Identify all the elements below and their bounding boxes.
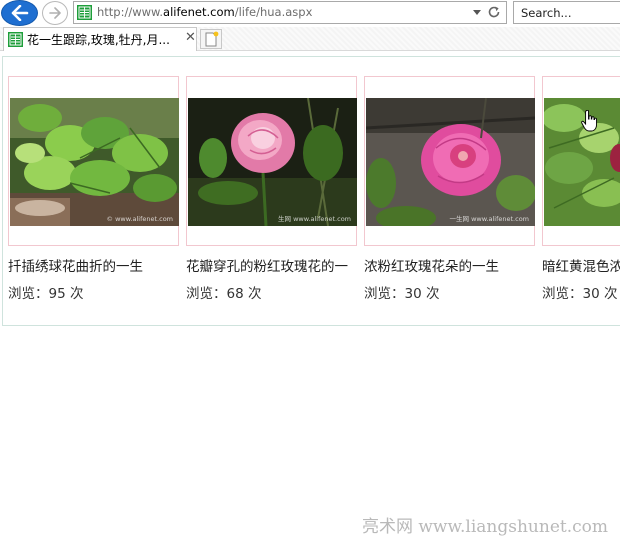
gallery-card[interactable] bbox=[542, 76, 620, 246]
forward-button[interactable] bbox=[42, 1, 68, 25]
view-count: 浏览：30 次 bbox=[364, 286, 440, 302]
tab-close-icon[interactable]: ✕ bbox=[185, 30, 196, 45]
photo-watermark: 生网 www.alifenet.com bbox=[278, 215, 351, 223]
url-text: http://www.alifenet.com/life/hua.aspx bbox=[97, 5, 313, 19]
gallery-photo[interactable]: 生网 www.alifenet.com bbox=[188, 98, 357, 226]
tab-title: 花一生跟踪,玫瑰,牡丹,月... bbox=[27, 33, 170, 47]
search-input[interactable]: Search... bbox=[521, 6, 571, 20]
photo-watermark: © www.alifenet.com bbox=[106, 215, 173, 223]
gallery-photo[interactable]: 一生网 www.alifenet.com bbox=[366, 98, 535, 226]
gallery-card[interactable]: 一生网 www.alifenet.com bbox=[364, 76, 535, 246]
address-dropdown-icon[interactable] bbox=[473, 10, 481, 15]
item-title[interactable]: 浓粉红玫瑰花朵的一生 bbox=[364, 255, 534, 275]
view-count: 浏览：95 次 bbox=[8, 286, 84, 302]
site-watermark: 亮术网 www.liangshunet.com bbox=[361, 517, 608, 537]
arrow-left-icon bbox=[11, 5, 28, 21]
view-count: 浏览：68 次 bbox=[186, 286, 262, 302]
site-favicon-icon bbox=[77, 5, 92, 20]
new-tab-button[interactable] bbox=[200, 29, 222, 49]
item-title[interactable]: 扦插绣球花曲折的一生 bbox=[8, 255, 178, 275]
gallery-photo[interactable]: © www.alifenet.com bbox=[10, 98, 179, 226]
browser-window: http://www.alifenet.com/life/hua.aspx Se… bbox=[0, 0, 620, 540]
gallery-card[interactable]: © www.alifenet.com bbox=[8, 76, 179, 246]
gallery-card[interactable]: 生网 www.alifenet.com bbox=[186, 76, 357, 246]
address-bar[interactable]: http://www.alifenet.com/life/hua.aspx bbox=[73, 1, 507, 24]
refresh-icon[interactable] bbox=[487, 5, 501, 19]
new-tab-icon bbox=[205, 31, 219, 47]
arrow-right-icon bbox=[49, 7, 61, 19]
browser-toolbar: http://www.alifenet.com/life/hua.aspx Se… bbox=[0, 0, 620, 27]
photo-watermark: 一生网 www.alifenet.com bbox=[449, 215, 529, 223]
tab-strip: 花一生跟踪,玫瑰,牡丹,月... ✕ bbox=[0, 27, 620, 51]
tab-active[interactable]: 花一生跟踪,玫瑰,牡丹,月... ✕ bbox=[3, 27, 197, 51]
hand-cursor-icon bbox=[581, 110, 597, 132]
item-title[interactable]: 暗红黄混色浓 bbox=[542, 255, 620, 275]
search-box[interactable]: Search... bbox=[513, 1, 620, 24]
back-button[interactable] bbox=[1, 0, 38, 26]
tab-favicon-icon bbox=[8, 32, 23, 47]
item-title[interactable]: 花瓣穿孔的粉红玫瑰花的一 bbox=[186, 255, 356, 275]
view-count: 浏览：30 次 bbox=[542, 286, 618, 302]
